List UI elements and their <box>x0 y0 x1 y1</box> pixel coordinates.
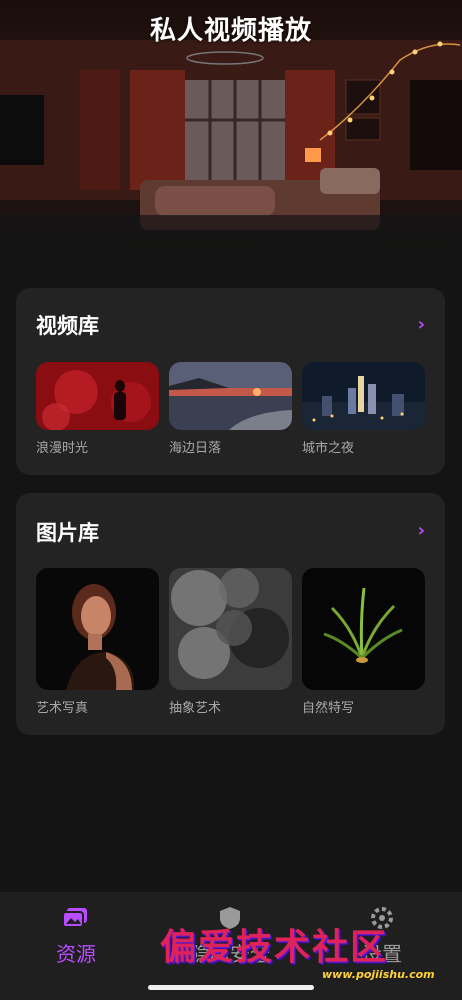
page-title: 私人视频播放 <box>149 16 312 46</box>
thumb-nature-label: 自然特写 <box>302 701 355 716</box>
video-library-title: 视频库 <box>36 314 99 338</box>
thumb-city-night[interactable] <box>302 362 425 430</box>
chevron-right-icon[interactable]: › <box>418 314 425 335</box>
thumb-abstract-label: 抽象艺术 <box>169 701 222 716</box>
thumb-nature[interactable] <box>302 568 425 690</box>
thumb-romantic[interactable] <box>36 362 159 430</box>
thumb-portrait-label: 艺术写真 <box>36 701 89 716</box>
thumb-sunset-label: 海边日落 <box>169 441 222 456</box>
watermark-url: www.pojiishu.com <box>322 968 435 981</box>
chevron-right-icon[interactable]: › <box>418 520 425 541</box>
thumb-abstract[interactable] <box>169 568 292 690</box>
thumb-sunset[interactable] <box>169 362 292 430</box>
photos-icon <box>62 908 87 928</box>
thumb-portrait[interactable] <box>36 568 159 690</box>
photo-library-card: 图片库 › 艺术写真 抽象艺术 自然特写 <box>16 493 445 735</box>
thumb-city-night-label: 城市之夜 <box>302 441 355 456</box>
hero-banner: 私人视频播放 <box>0 0 462 262</box>
home-indicator[interactable] <box>148 985 314 990</box>
video-library-card: 视频库 › 浪漫时光 海边日落 城市之夜 <box>16 288 445 475</box>
tab-resources-label: 资源 <box>56 942 96 966</box>
photo-library-title: 图片库 <box>36 521 99 545</box>
tab-resources[interactable]: 资源 <box>16 906 136 967</box>
watermark-text: 偏爱技术社区 <box>160 927 389 968</box>
thumb-romantic-label: 浪漫时光 <box>36 441 89 456</box>
